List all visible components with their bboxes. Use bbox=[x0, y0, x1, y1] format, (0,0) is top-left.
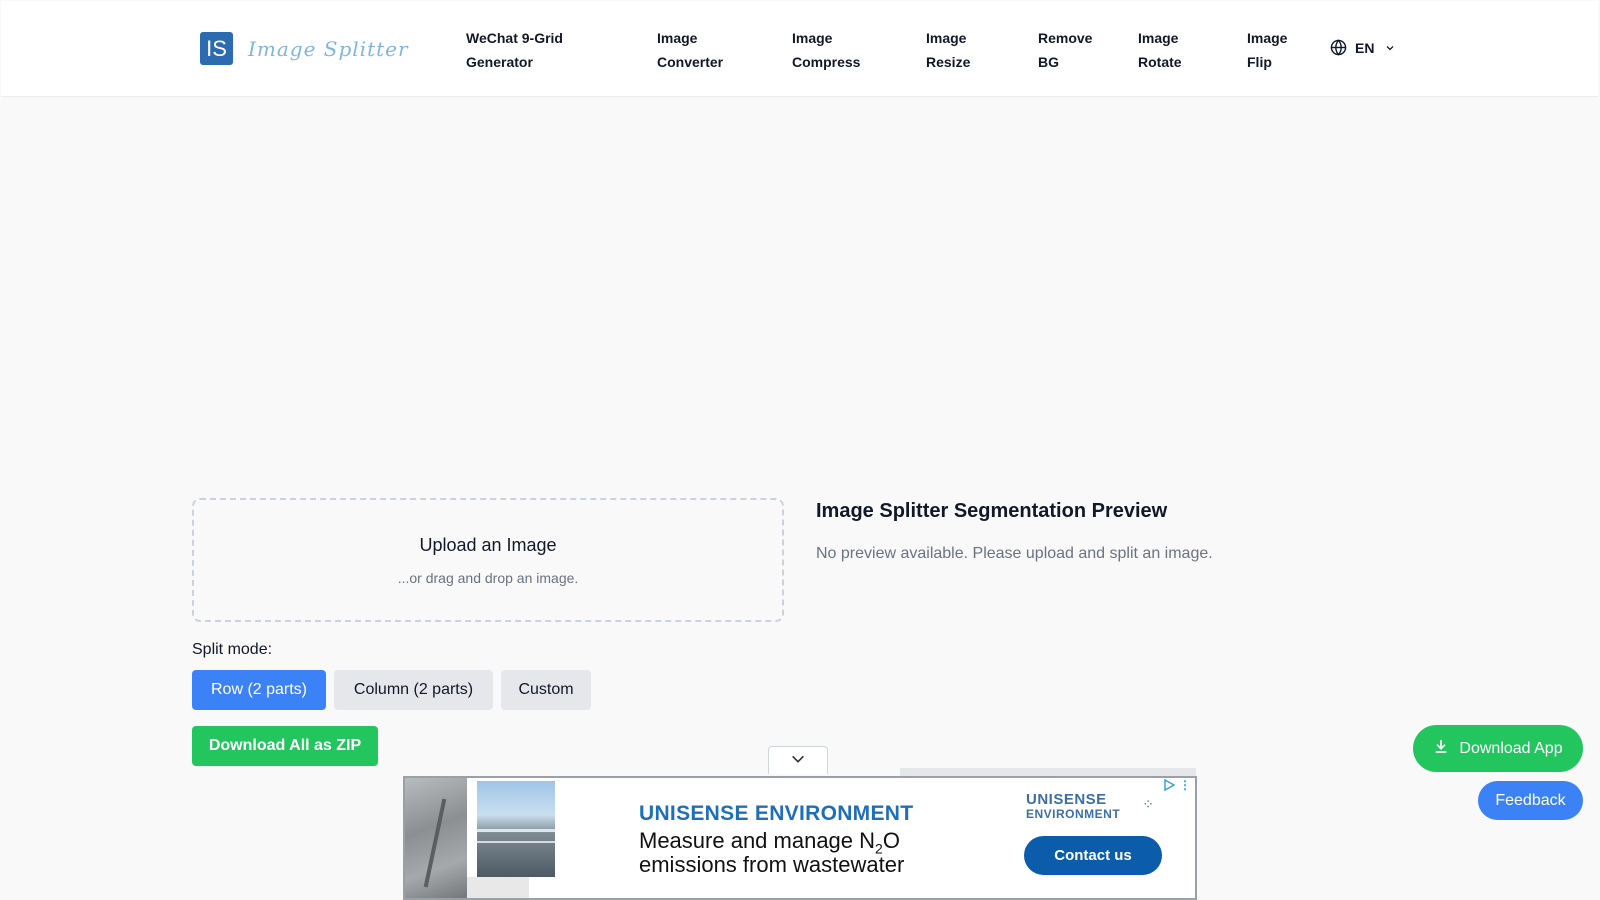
site-header: IS Image Splitter WeChat 9-Grid Generato… bbox=[1, 1, 1598, 97]
upload-title: Upload an Image bbox=[419, 535, 557, 555]
ad-top-strip bbox=[900, 768, 1196, 776]
ad-photo-placeholder bbox=[467, 877, 529, 898]
ad-photo-tank bbox=[405, 778, 467, 898]
upload-dropzone[interactable]: Upload an Image ...or drag and drop an i… bbox=[192, 498, 784, 622]
nav-label-line2: Generator bbox=[466, 54, 533, 70]
upload-subtitle: ...or drag and drop an image. bbox=[397, 570, 579, 586]
ad-collapse-button[interactable] bbox=[768, 746, 828, 774]
split-mode-column-button[interactable]: Column (2 parts) bbox=[334, 670, 493, 710]
ad-brand-name: UNISENSE ENVIRONMENT bbox=[639, 802, 914, 825]
split-mode-row-button[interactable]: Row (2 parts) bbox=[192, 670, 326, 710]
language-selector[interactable]: EN bbox=[1330, 39, 1396, 56]
ad-headline-suffix: O bbox=[882, 828, 900, 853]
ad-logo-text-1: UNISENSE bbox=[1026, 791, 1107, 808]
nav-label-line1: Image bbox=[1138, 30, 1179, 46]
nav-label-line2: Compress bbox=[792, 54, 861, 70]
nav-image-rotate[interactable]: Image Rotate bbox=[1138, 26, 1182, 74]
nav-label-line2: Resize bbox=[926, 54, 971, 70]
adchoices-icon[interactable]: ⋮ bbox=[1163, 778, 1191, 792]
nav-label-line1: Image bbox=[792, 30, 833, 46]
nav-label-line2: Rotate bbox=[1138, 54, 1182, 70]
nav-label-line1: Image bbox=[926, 30, 967, 46]
nav-image-resize[interactable]: Image Resize bbox=[926, 26, 970, 74]
nav-label-line1: Image bbox=[1247, 30, 1288, 46]
nav-image-converter[interactable]: Image Converter bbox=[657, 26, 723, 74]
download-icon bbox=[1433, 738, 1459, 759]
site-logo[interactable]: IS Image Splitter bbox=[200, 32, 409, 65]
nav-label-line2: Converter bbox=[657, 54, 724, 70]
feedback-button[interactable]: Feedback bbox=[1478, 781, 1583, 820]
download-app-label: Download App bbox=[1459, 739, 1563, 757]
ad-logo-text-2: ENVIRONMENT bbox=[1026, 807, 1121, 821]
ad-contact-button[interactable]: Contact us bbox=[1024, 836, 1162, 875]
nav-label-line1: Remove bbox=[1038, 30, 1093, 46]
preview-title: Image Splitter Segmentation Preview bbox=[816, 500, 1168, 522]
nav-image-compress[interactable]: Image Compress bbox=[792, 26, 860, 74]
split-mode-label: Split mode: bbox=[192, 641, 273, 658]
language-label: EN bbox=[1355, 39, 1375, 56]
ad-advertiser-logo: UNISENSE ENVIRONMENT ⁘ bbox=[1026, 792, 1156, 828]
nav-label-line1: Image bbox=[657, 30, 698, 46]
ad-headline-prefix: Measure and manage N bbox=[639, 828, 876, 853]
logo-text: Image Splitter bbox=[248, 36, 409, 61]
globe-icon bbox=[1330, 39, 1347, 56]
ad-headline-line2: emissions from wastewater bbox=[639, 852, 905, 877]
split-mode-custom-button[interactable]: Custom bbox=[501, 670, 591, 710]
chevron-down-icon bbox=[790, 752, 806, 770]
download-app-button[interactable]: Download App bbox=[1413, 725, 1583, 772]
advertisement-banner[interactable]: UNISENSE ENVIRONMENT Measure and manage … bbox=[403, 776, 1197, 900]
ad-photo-facility bbox=[477, 781, 555, 877]
preview-empty-message: No preview available. Please upload and … bbox=[816, 545, 1213, 562]
nav-label-line2: Flip bbox=[1247, 54, 1272, 70]
ad-logo-dots-icon: ⁘ bbox=[1142, 796, 1154, 812]
nav-wechat-grid[interactable]: WeChat 9-Grid Generator bbox=[466, 26, 563, 74]
nav-image-flip[interactable]: Image Flip bbox=[1247, 26, 1287, 74]
nav-remove-bg[interactable]: Remove BG bbox=[1038, 26, 1092, 74]
download-zip-button[interactable]: Download All as ZIP bbox=[192, 726, 378, 766]
chevron-down-icon bbox=[1384, 42, 1396, 54]
nav-label-line2: BG bbox=[1038, 54, 1059, 70]
logo-mark: IS bbox=[200, 32, 233, 65]
nav-label-line1: WeChat 9-Grid bbox=[466, 30, 563, 46]
